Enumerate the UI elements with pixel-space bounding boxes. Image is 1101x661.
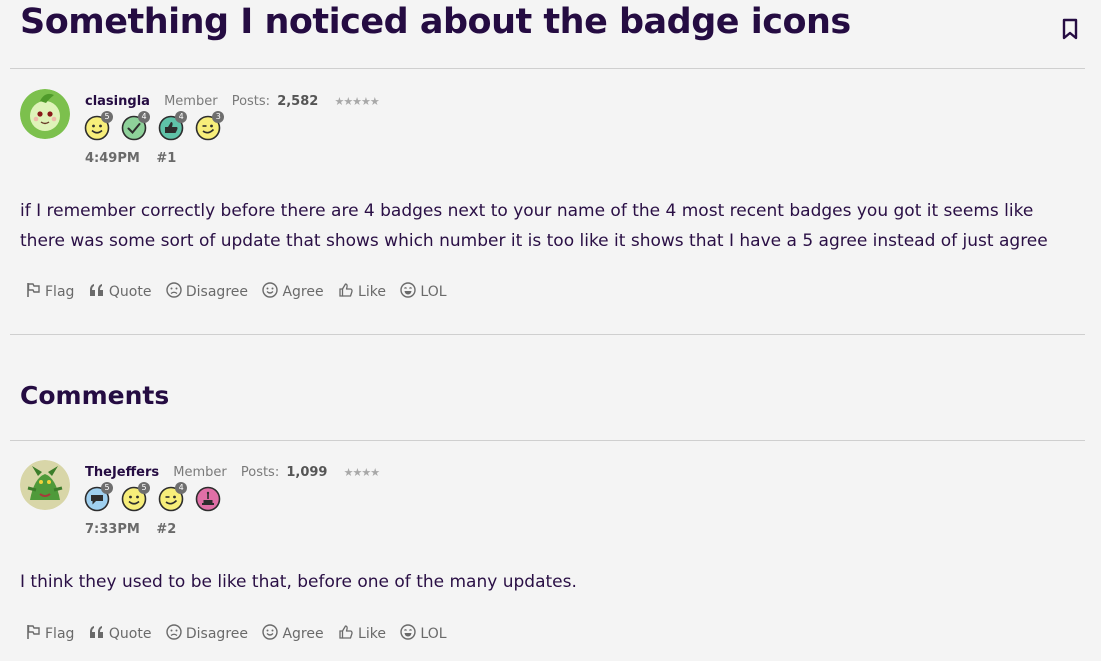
post-time[interactable]: 4:49PM [85, 151, 140, 166]
quote-label: Quote [108, 626, 152, 642]
agree-button[interactable]: Agree [262, 282, 324, 302]
badge-list: 5 5 4 [84, 482, 227, 516]
badge-level: 4 [175, 482, 188, 494]
divider [10, 440, 1085, 441]
user-role: Member [173, 465, 227, 480]
posts-count: 1,099 [286, 465, 328, 480]
post-actions: Flag Quote Disagree Agree Like LOL [25, 624, 457, 644]
post-number-link[interactable]: #2 [156, 522, 176, 537]
post-body-line: I think they used to be like that, befor… [20, 572, 577, 592]
lol-label: LOL [420, 626, 447, 642]
flag-button[interactable]: Flag [25, 624, 74, 644]
badge-level: 5 [138, 482, 151, 494]
post-timestamp-line: 7:33PM #2 [85, 522, 176, 537]
wink-badge-icon[interactable]: 3 [195, 111, 225, 141]
disagree-button[interactable]: Disagree [166, 624, 248, 644]
agree-label: Agree [282, 284, 324, 300]
check-badge-icon[interactable]: 4 [121, 111, 151, 141]
lol-button[interactable]: LOL [400, 624, 447, 644]
username-link[interactable]: clasingla [85, 94, 150, 109]
disagree-label: Disagree [185, 626, 248, 642]
quote-icon [89, 624, 105, 644]
post-body: I think they used to be like that, befor… [20, 567, 1080, 597]
flag-button[interactable]: Flag [25, 282, 74, 302]
lol-label: LOL [420, 284, 447, 300]
like-label: Like [358, 284, 386, 300]
agree-button[interactable]: Agree [262, 624, 324, 644]
birthday-cake-badge-icon[interactable] [195, 486, 221, 512]
post-meta: clasingla Member Posts: 2,582 ★★★★★ [85, 94, 380, 110]
smile-icon [262, 282, 279, 302]
posts-count: 2,582 [277, 94, 319, 109]
rank-stars: ★★★★★ [334, 95, 379, 108]
user-role: Member [164, 94, 218, 109]
disagree-label: Disagree [185, 284, 248, 300]
quote-button[interactable]: Quote [89, 282, 152, 302]
comments-heading: Comments [20, 381, 170, 410]
avatar[interactable] [20, 89, 70, 139]
badge-level: 4 [138, 111, 151, 123]
divider [10, 334, 1085, 335]
thread-header: Something I noticed about the badge icon… [20, 0, 1080, 60]
smile-badge-icon[interactable]: 5 [84, 111, 113, 141]
posts-label: Posts: [240, 465, 280, 480]
like-button[interactable]: Like [338, 624, 386, 644]
post-body-line: there was some sort of update that shows… [20, 231, 1048, 251]
badge-level: 5 [101, 111, 113, 123]
smile-badge-icon[interactable]: 5 [121, 482, 151, 512]
thread-page: Something I noticed about the badge icon… [0, 0, 1101, 661]
badge-level: 4 [175, 111, 188, 123]
flag-label: Flag [45, 626, 75, 642]
quote-button[interactable]: Quote [89, 624, 152, 644]
frown-icon [166, 624, 182, 644]
posts-label: Posts: [231, 94, 271, 109]
frown-icon [166, 282, 182, 302]
like-button[interactable]: Like [338, 282, 386, 302]
flag-icon [25, 282, 41, 302]
agree-label: Agree [282, 626, 324, 642]
thumbs-up-icon [338, 624, 354, 644]
quote-icon [89, 282, 105, 302]
thumbs-up-badge-icon[interactable]: 4 [158, 111, 188, 141]
post-actions: Flag Quote Disagree Agree Like LOL [25, 282, 457, 302]
post-meta: TheJeffers Member Posts: 1,099 ★★★★ [85, 465, 380, 481]
post-timestamp-line: 4:49PM #1 [85, 151, 176, 166]
post-time[interactable]: 7:33PM [85, 522, 140, 537]
speech-bubble-badge-icon[interactable]: 5 [84, 482, 113, 512]
avatar[interactable] [20, 460, 70, 510]
flag-icon [25, 624, 41, 644]
badge-list: 5 4 4 3 [84, 111, 227, 145]
thread-title: Something I noticed about the badge icon… [20, 2, 851, 42]
lol-button[interactable]: LOL [400, 282, 447, 302]
badge-level: 3 [212, 111, 225, 123]
post-body-line: if I remember correctly before there are… [20, 201, 1034, 221]
wink-badge-icon[interactable]: 4 [158, 482, 188, 512]
username-link[interactable]: TheJeffers [85, 465, 159, 480]
smile-icon [262, 624, 279, 644]
badge-level: 5 [101, 482, 113, 494]
divider [10, 68, 1085, 69]
bookmark-icon[interactable] [1060, 17, 1080, 41]
post-body: if I remember correctly before there are… [20, 196, 1080, 256]
laugh-icon [400, 624, 417, 644]
flag-label: Flag [45, 284, 75, 300]
quote-label: Quote [108, 284, 152, 300]
like-label: Like [358, 626, 386, 642]
thumbs-up-icon [338, 282, 354, 302]
post-number-link[interactable]: #1 [156, 151, 176, 166]
rank-stars: ★★★★ [343, 466, 380, 479]
laugh-icon [400, 282, 417, 302]
disagree-button[interactable]: Disagree [166, 282, 248, 302]
